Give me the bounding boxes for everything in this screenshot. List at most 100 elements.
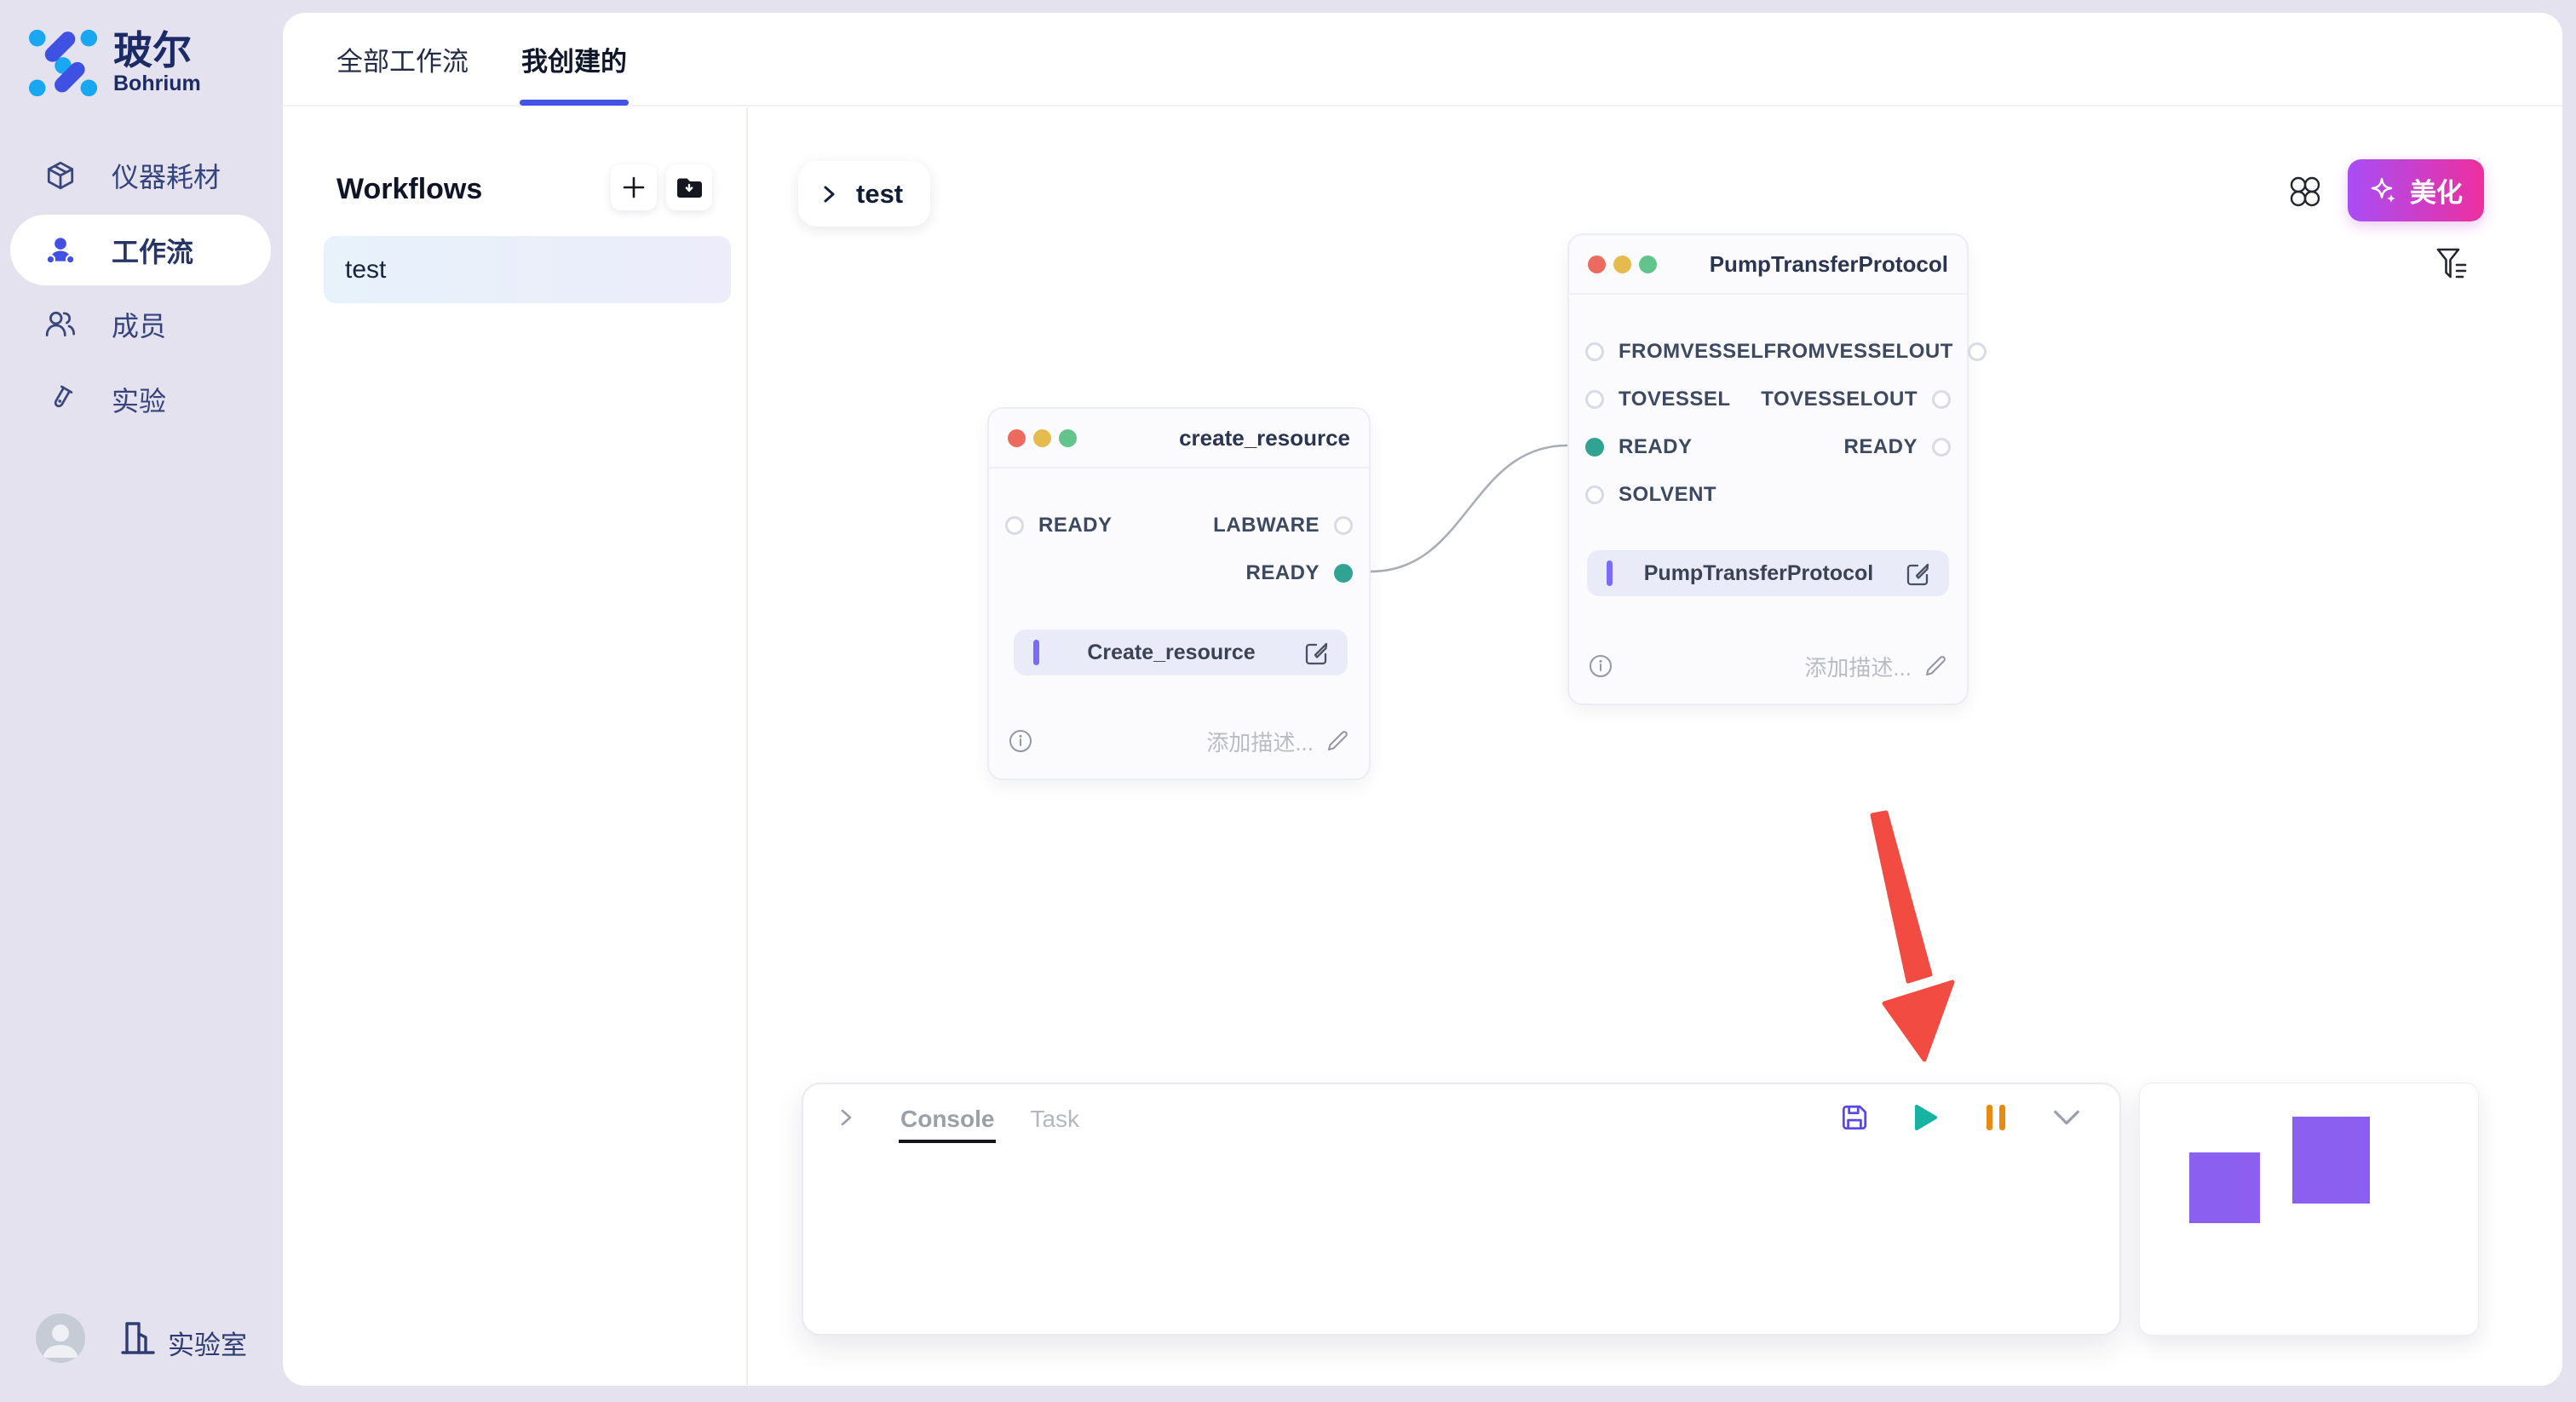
port-handle-connected-icon[interactable] xyxy=(1334,564,1353,583)
apps-grid-icon[interactable] xyxy=(2288,175,2322,209)
avatar-person-icon xyxy=(36,1313,85,1363)
lab-label[interactable]: 实验室 xyxy=(168,1324,247,1362)
minimap[interactable] xyxy=(2139,1083,2479,1336)
input-port-ready[interactable]: READY xyxy=(1005,514,1113,537)
traffic-light-red-icon xyxy=(1588,256,1606,273)
folder-download-icon xyxy=(675,175,704,200)
package-icon xyxy=(44,159,77,192)
run-button[interactable] xyxy=(1910,1102,1941,1133)
info-icon[interactable] xyxy=(1589,654,1613,678)
output-port-fromvesselout[interactable]: FROMVESSELOUT xyxy=(1763,340,1987,364)
minimap-node-create-resource xyxy=(2189,1152,2260,1223)
port-label: LABWARE xyxy=(1213,514,1320,537)
workflow-list-item[interactable]: test xyxy=(324,236,731,303)
beautify-button[interactable]: 美化 xyxy=(2348,159,2484,221)
pause-button[interactable] xyxy=(1981,1102,2011,1133)
workflow-tabbar: 全部工作流 我创建的 xyxy=(283,13,2562,106)
sidebar-item-experiments[interactable]: 实验 xyxy=(0,364,283,435)
sidebar-footer: 实验室 xyxy=(0,1307,283,1383)
output-port-ready[interactable]: READY xyxy=(1245,561,1353,585)
import-folder-button[interactable] xyxy=(666,164,712,210)
node-action-button[interactable]: Create_resource xyxy=(1014,629,1348,675)
brand-subtitle: Bohrium xyxy=(113,72,201,96)
port-label: READY xyxy=(1619,435,1693,459)
minimap-node-pump-transfer xyxy=(2292,1117,2370,1204)
console-header: Console Task xyxy=(803,1084,2119,1151)
port-row: READY LABWARE xyxy=(989,508,1369,543)
port-handle-icon[interactable] xyxy=(1334,516,1353,535)
user-avatar[interactable] xyxy=(36,1313,85,1363)
bohrium-logo-icon xyxy=(26,26,100,100)
traffic-light-red-icon xyxy=(1008,429,1026,447)
play-icon xyxy=(1911,1102,1940,1133)
annotation-arrow xyxy=(1872,813,1952,1060)
traffic-lights xyxy=(1008,429,1077,447)
pencil-icon[interactable] xyxy=(1923,654,1947,678)
tab-task[interactable]: Task xyxy=(1028,1094,1081,1141)
port-row: READY READY xyxy=(1569,429,1967,465)
workflow-canvas[interactable]: test 美化 xyxy=(748,108,2562,1386)
chevron-right-icon xyxy=(819,182,839,206)
sidebar-item-label: 实验 xyxy=(112,380,166,419)
port-row: READY xyxy=(989,555,1369,591)
port-handle-icon[interactable] xyxy=(1932,438,1951,457)
sidebar-item-members[interactable]: 成员 xyxy=(0,289,283,360)
port-handle-icon[interactable] xyxy=(1932,390,1951,409)
sidebar-item-workflow[interactable]: 工作流 xyxy=(10,215,271,285)
traffic-light-green-icon xyxy=(1639,256,1657,273)
input-port-fromvessel[interactable]: FROMVESSEL xyxy=(1585,340,1763,364)
port-handle-icon[interactable] xyxy=(1585,390,1604,409)
pencil-icon[interactable] xyxy=(1325,729,1349,753)
tab-all-workflows[interactable]: 全部工作流 xyxy=(336,13,469,105)
tab-my-workflows[interactable]: 我创建的 xyxy=(521,13,627,105)
port-handle-connected-icon[interactable] xyxy=(1585,438,1604,457)
node-header: create_resource xyxy=(989,409,1369,468)
output-port-labware[interactable]: LABWARE xyxy=(1213,514,1353,537)
node-pump-transfer-protocol[interactable]: PumpTransferProtocol FROMVESSEL FROMVESS… xyxy=(1567,233,1969,705)
node-footer: 添加描述... xyxy=(1569,646,1967,687)
add-workflow-button[interactable] xyxy=(611,164,657,210)
action-label: PumpTransferProtocol xyxy=(1613,561,1905,586)
input-port-solvent[interactable]: SOLVENT xyxy=(1585,483,1716,507)
description-placeholder[interactable]: 添加描述... xyxy=(1804,651,1912,682)
port-handle-icon[interactable] xyxy=(1585,486,1604,504)
node-title: create_resource xyxy=(1179,425,1350,451)
node-action-button[interactable]: PumpTransferProtocol xyxy=(1587,550,1949,596)
port-row: SOLVENT xyxy=(1569,477,1967,513)
port-label: SOLVENT xyxy=(1619,483,1716,507)
collapse-console-button[interactable] xyxy=(2051,1102,2082,1133)
workflows-title: Workflows xyxy=(336,173,482,206)
save-button[interactable] xyxy=(1839,1102,1870,1133)
main-panel: 全部工作流 我创建的 Workflows test xyxy=(283,13,2562,1386)
sidebar-item-instruments[interactable]: 仪器耗材 xyxy=(0,140,283,211)
save-floppy-icon xyxy=(1839,1102,1870,1133)
edit-icon[interactable] xyxy=(1905,560,1932,587)
action-accent-bar xyxy=(1607,560,1613,586)
workflows-panel: Workflows test xyxy=(283,108,748,1386)
port-handle-icon[interactable] xyxy=(1005,516,1024,535)
traffic-light-yellow-icon xyxy=(1613,256,1631,273)
pause-icon xyxy=(1984,1103,2008,1132)
port-handle-icon[interactable] xyxy=(1968,342,1987,361)
node-create-resource[interactable]: create_resource READY LABWARE READY xyxy=(987,407,1371,780)
plus-icon xyxy=(621,175,647,200)
edit-icon[interactable] xyxy=(1303,639,1331,666)
breadcrumb-chip[interactable]: test xyxy=(798,161,930,227)
output-port-tovesselout[interactable]: TOVESSELOUT xyxy=(1761,388,1951,411)
sidebar-item-label: 仪器耗材 xyxy=(112,156,221,195)
description-placeholder[interactable]: 添加描述... xyxy=(1206,726,1314,757)
console-actions xyxy=(1839,1102,2082,1133)
sidebar-item-label: 成员 xyxy=(112,305,166,344)
brand-title: 玻尔 xyxy=(113,30,201,71)
node-footer: 添加描述... xyxy=(989,721,1369,761)
collapse-chevron-right-icon[interactable] xyxy=(834,1106,858,1129)
input-port-ready[interactable]: READY xyxy=(1585,435,1693,459)
filter-icon[interactable] xyxy=(2435,246,2469,282)
port-handle-icon[interactable] xyxy=(1585,342,1604,361)
workflow-group-icon xyxy=(44,234,77,267)
input-port-tovessel[interactable]: TOVESSEL xyxy=(1585,388,1731,411)
info-icon[interactable] xyxy=(1009,729,1032,753)
node-header: PumpTransferProtocol xyxy=(1569,235,1967,295)
tab-console[interactable]: Console xyxy=(899,1094,996,1141)
output-port-ready[interactable]: READY xyxy=(1843,435,1951,459)
